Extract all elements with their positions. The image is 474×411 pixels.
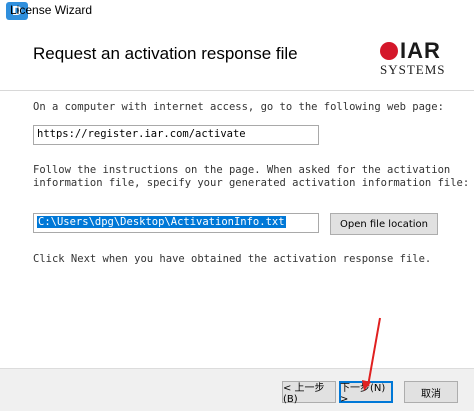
logo-systems-text: SYSTEMS <box>380 62 446 77</box>
activation-file-path-field[interactable]: C:\Users\dpg\Desktop\ActivationInfo.txt <box>33 213 319 233</box>
iar-logo: IAR SYSTEMS <box>380 38 446 82</box>
logo-iar-text: IAR <box>400 38 441 63</box>
instruction-step3: Click Next when you have obtained the ac… <box>33 253 432 265</box>
back-button[interactable]: < 上一步(B) <box>282 381 336 405</box>
activation-url-value: https://register.iar.com/activate <box>37 128 246 140</box>
activation-url-field[interactable]: https://register.iar.com/activate <box>33 125 319 145</box>
footer-divider <box>0 368 474 369</box>
cancel-button[interactable]: 取消 <box>404 381 458 403</box>
instruction-step2-line1: Follow the instructions on the page. Whe… <box>33 164 451 176</box>
header-divider <box>0 90 474 91</box>
open-file-location-button[interactable]: Open file location <box>330 213 438 235</box>
wizard-footer <box>0 368 474 411</box>
instruction-step2-line2: information file, specify your generated… <box>33 177 470 189</box>
title-bar: D License Wizard <box>0 0 474 22</box>
activation-file-path-value: C:\Users\dpg\Desktop\ActivationInfo.txt <box>37 216 286 228</box>
instruction-step1: On a computer with internet access, go t… <box>33 101 444 113</box>
window-title: License Wizard <box>10 3 93 17</box>
next-button[interactable]: 下一步(N) > <box>339 381 393 405</box>
logo-dot-icon <box>380 42 398 60</box>
page-title: Request an activation response file <box>33 44 298 63</box>
